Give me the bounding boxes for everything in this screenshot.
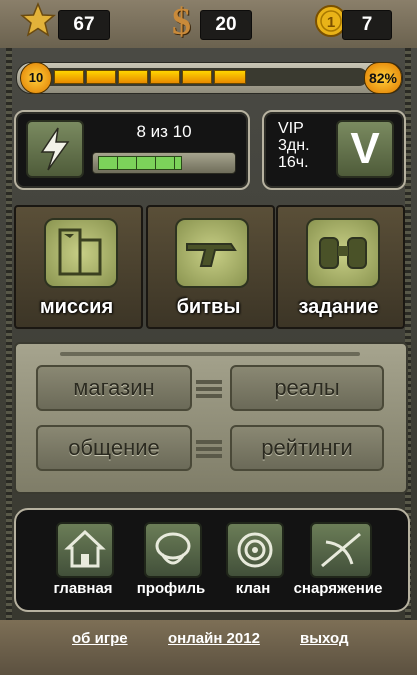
- star-icon: [20, 2, 56, 37]
- crossbow-icon[interactable]: [310, 522, 372, 578]
- soldier-profile-icon[interactable]: [144, 522, 202, 578]
- energy-segment: [174, 156, 182, 170]
- xp-segment: [118, 70, 148, 84]
- exit-link[interactable]: выход: [300, 630, 349, 647]
- nav-clan-label: клан: [235, 580, 271, 597]
- chat-button[interactable]: общение: [36, 425, 192, 471]
- pistol-icon[interactable]: [175, 218, 249, 288]
- vip-hours: 16ч.: [278, 154, 309, 171]
- energy-segment: [155, 156, 175, 170]
- nav-home-label: главная: [53, 580, 113, 597]
- xp-segment: [150, 70, 180, 84]
- shop-button[interactable]: магазин: [36, 365, 192, 411]
- xp-segment: [86, 70, 116, 84]
- energy-segment: [98, 156, 118, 170]
- xp-segment: [182, 70, 212, 84]
- house-icon[interactable]: [56, 522, 114, 578]
- about-link[interactable]: об игре: [72, 630, 128, 647]
- level-number: 10: [20, 62, 52, 94]
- money-count: 20: [200, 10, 252, 40]
- online-link[interactable]: онлайн 2012: [168, 630, 260, 647]
- xp-segment: [214, 70, 246, 84]
- energy-segment: [136, 156, 156, 170]
- vip-days: 3дн.: [278, 137, 310, 154]
- mission-map-icon[interactable]: [44, 218, 118, 288]
- binoculars-icon[interactable]: [306, 218, 380, 288]
- lightning-icon[interactable]: [26, 120, 84, 178]
- vip-label: VIP: [278, 120, 304, 137]
- reals-button[interactable]: реалы: [230, 365, 384, 411]
- stars-count: 67: [58, 10, 110, 40]
- dollar-icon: $: [172, 1, 191, 43]
- tile-task-label: задание: [298, 296, 379, 318]
- xp-segment: [54, 70, 84, 84]
- energy-segment: [117, 156, 137, 170]
- vip-badge-icon[interactable]: V: [336, 120, 394, 178]
- nav-profile-label: профиль: [136, 580, 206, 597]
- coins-count: 7: [342, 10, 392, 40]
- clan-emblem-icon[interactable]: [226, 522, 284, 578]
- xp-percent: 82%: [364, 62, 402, 94]
- nav-equipment-label: снаряжение: [293, 580, 383, 597]
- svg-text:1: 1: [327, 14, 335, 31]
- footer: [0, 620, 417, 675]
- energy-text: 8 из 10: [136, 122, 192, 141]
- tile-battles-label: битвы: [176, 296, 241, 318]
- tile-mission-label: миссия: [39, 296, 114, 318]
- ratings-button[interactable]: рейтинги: [230, 425, 384, 471]
